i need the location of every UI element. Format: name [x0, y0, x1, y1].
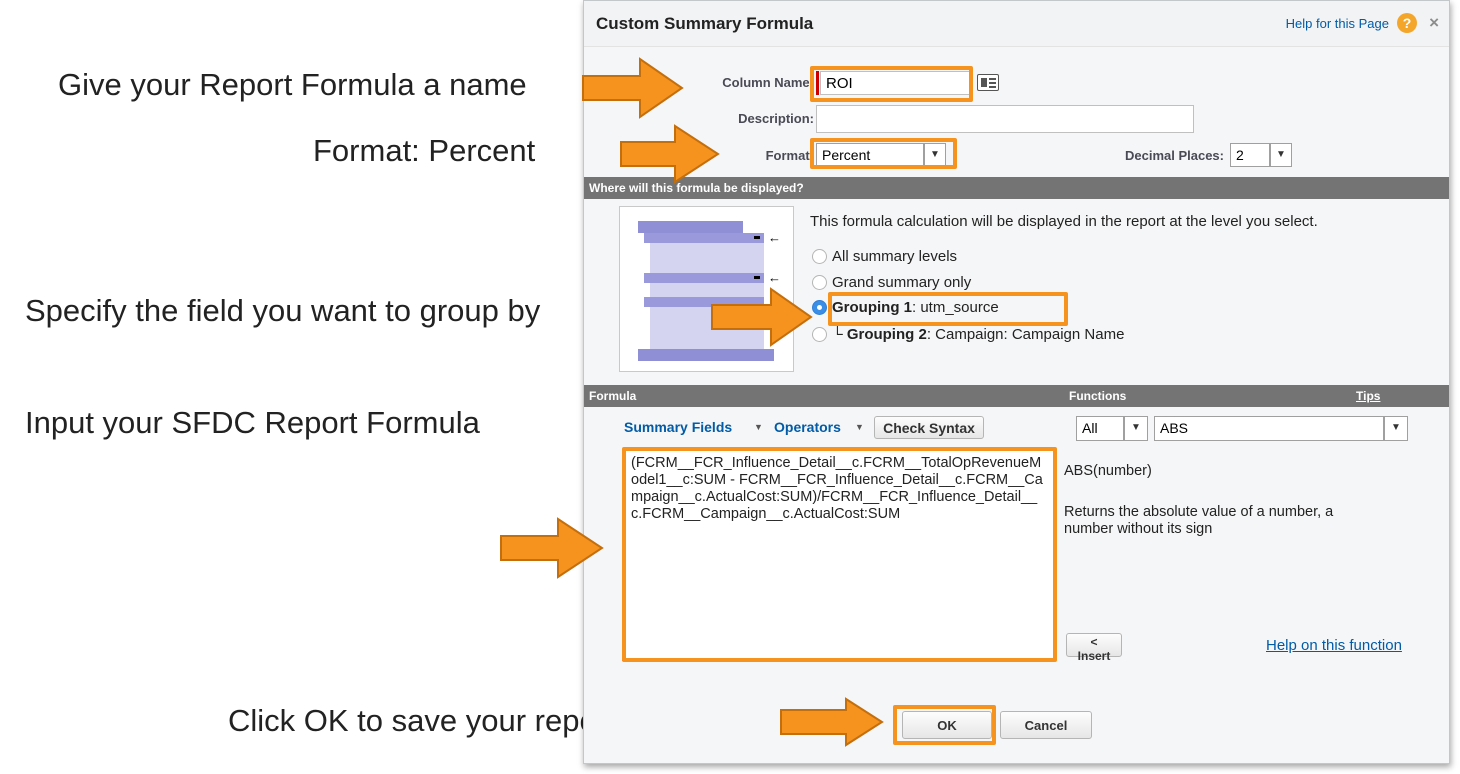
ok-button[interactable]: OK — [902, 711, 992, 739]
close-icon[interactable]: × — [1429, 13, 1439, 33]
decimal-dropdown-icon[interactable]: ▼ — [1270, 143, 1292, 167]
annotation-group: Specify the field you want to group by — [25, 293, 541, 328]
decimal-places-select[interactable]: 2 — [1230, 143, 1270, 167]
arrow-to-formula — [500, 517, 604, 579]
dialog-title: Custom Summary Formula — [596, 14, 814, 33]
radio-grand-summary-only[interactable] — [812, 275, 827, 290]
format-dropdown-icon[interactable]: ▼ — [924, 143, 946, 167]
function-description: Returns the absolute value of a number, … — [1064, 504, 1334, 537]
annotation-name: Give your Report Formula a name — [58, 67, 527, 102]
arrow-to-column-name — [582, 57, 684, 119]
tips-link[interactable]: Tips — [1356, 389, 1380, 403]
function-dropdown-icon[interactable]: ▼ — [1384, 416, 1408, 441]
arrow-to-grouping — [711, 287, 813, 347]
description-input[interactable] — [816, 105, 1194, 133]
check-syntax-button[interactable]: Check Syntax — [874, 416, 984, 439]
operators-menu[interactable]: Operators — [774, 419, 841, 435]
formula-editor[interactable]: (FCRM__FCR_Influence_Detail__c.FCRM__Tot… — [622, 451, 1054, 661]
contact-card-icon[interactable] — [977, 74, 999, 91]
radio-grouping-2[interactable] — [812, 327, 827, 342]
formula-section-header: Formula Functions Tips — [584, 385, 1449, 407]
operators-dropdown-icon[interactable]: ▼ — [855, 422, 864, 432]
help-on-function-link[interactable]: Help on this function — [1266, 637, 1402, 654]
decimal-places-label: Decimal Places: — [1124, 148, 1224, 163]
category-dropdown-icon[interactable]: ▼ — [1124, 416, 1148, 441]
column-name-label: Column Name: — [722, 75, 814, 90]
grouping-1-field: : utm_source — [912, 299, 999, 316]
arrow-to-ok — [780, 697, 884, 747]
insert-button[interactable]: < Insert — [1066, 633, 1122, 663]
grouping-2-name: Grouping 2 — [846, 326, 927, 343]
radio-all-summary-levels[interactable] — [812, 249, 827, 264]
help-for-page-link[interactable]: Help for this Page — [1286, 16, 1389, 31]
function-select[interactable]: ABS — [1154, 416, 1384, 441]
grouping-1-name: Grouping 1 — [832, 299, 912, 316]
annotation-format: Format: Percent — [313, 133, 536, 168]
grand-summary-only-label: Grand summary only — [832, 274, 972, 291]
formula-header-label: Formula — [589, 389, 637, 403]
annotation-formula: Input your SFDC Report Formula — [25, 405, 480, 440]
display-intro-text: This formula calculation will be display… — [810, 213, 1318, 230]
grouping-2-indent-icon: └ — [832, 326, 843, 343]
grouping-2-field: : Campaign: Campaign Name — [926, 326, 1125, 343]
summary-fields-dropdown-icon[interactable]: ▼ — [754, 422, 763, 432]
dialog-header: Custom Summary Formula Help for this Pag… — [584, 1, 1449, 47]
radio-grouping-1[interactable] — [812, 300, 827, 315]
all-summary-levels-label: All summary levels — [832, 248, 958, 265]
function-signature: ABS(number) — [1064, 463, 1152, 479]
functions-header-label: Functions — [1069, 389, 1127, 403]
custom-summary-formula-dialog: Custom Summary Formula Help for this Pag… — [583, 0, 1450, 764]
help-icon[interactable]: ? — [1397, 13, 1417, 33]
arrow-to-format — [620, 124, 720, 184]
format-select[interactable]: Percent — [816, 143, 924, 167]
column-name-input[interactable]: ROI — [820, 71, 970, 95]
grouping-1-label: Grouping 1: utm_source — [832, 299, 999, 316]
summary-fields-menu[interactable]: Summary Fields — [624, 419, 732, 435]
cancel-button[interactable]: Cancel — [1000, 711, 1092, 739]
function-category-select[interactable]: All — [1076, 416, 1124, 441]
grouping-2-label: └ Grouping 2: Campaign: Campaign Name — [832, 326, 1124, 343]
required-indicator — [816, 71, 819, 95]
